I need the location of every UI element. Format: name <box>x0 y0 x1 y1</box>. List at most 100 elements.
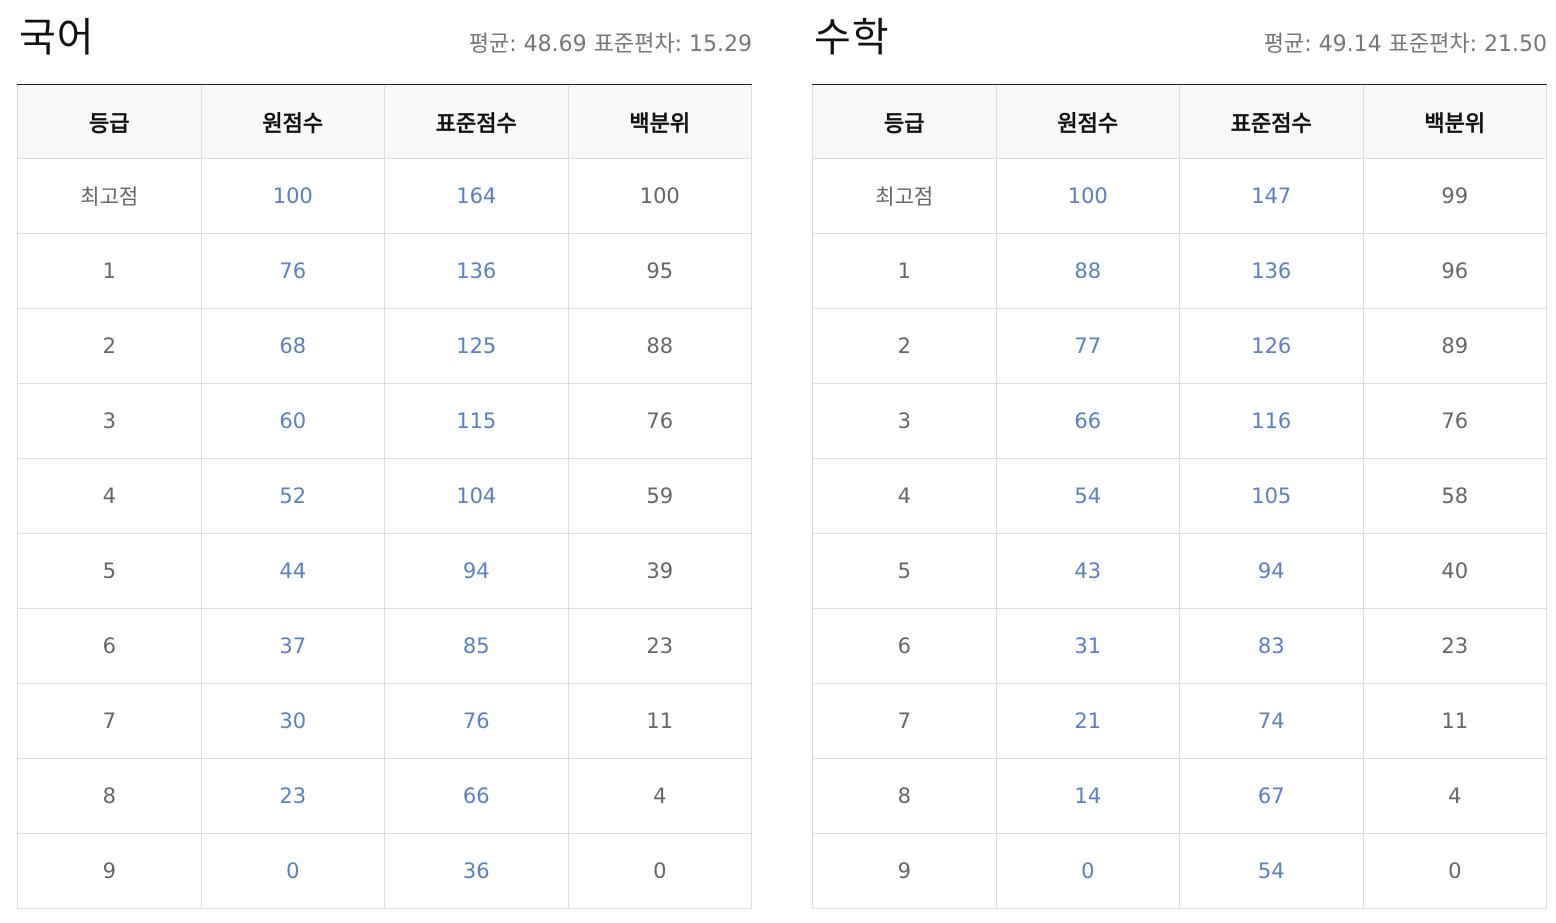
cell-raw-score: 66 <box>995 383 1180 459</box>
cell-grade: 최고점 <box>812 158 997 234</box>
cell-raw-score: 44 <box>200 533 385 609</box>
table-row: 2 68 125 88 <box>17 308 752 384</box>
cell-raw-score: 54 <box>995 458 1180 534</box>
cell-percentile: 88 <box>567 308 752 384</box>
cell-raw-score: 76 <box>200 233 385 309</box>
cell-grade: 5 <box>812 533 997 609</box>
column-header-raw-score: 원점수 <box>200 85 385 159</box>
grade-table-body: 등급 원점수 표준점수 백분위 최고점 100 147 99 1 88 136 96 2 77 126 89 3… <box>812 85 1547 909</box>
table-row: 6 37 85 23 <box>17 608 752 684</box>
cell-percentile: 0 <box>1362 833 1547 909</box>
cell-grade: 3 <box>812 383 997 459</box>
cell-grade: 1 <box>812 233 997 309</box>
column-header-standard-score: 표준점수 <box>1179 85 1364 159</box>
cell-percentile: 23 <box>1362 608 1547 684</box>
column-header-percentile: 백분위 <box>567 85 752 159</box>
cell-grade: 2 <box>812 308 997 384</box>
panel-header: 국어 평균: 48.69 표준편차: 15.29 <box>17 0 752 85</box>
cell-standard-score: 85 <box>384 608 569 684</box>
cell-raw-score: 37 <box>200 608 385 684</box>
cell-percentile: 40 <box>1362 533 1547 609</box>
table-row: 3 66 116 76 <box>812 383 1547 459</box>
cell-standard-score: 147 <box>1179 158 1364 234</box>
cell-grade: 8 <box>17 758 202 834</box>
table-row: 최고점 100 164 100 <box>17 158 752 234</box>
table-row: 6 31 83 23 <box>812 608 1547 684</box>
cell-percentile: 4 <box>567 758 752 834</box>
subject-title: 수학 <box>814 15 890 61</box>
cell-standard-score: 126 <box>1179 308 1364 384</box>
stats-mean: 평균: 49.14 <box>1263 32 1382 57</box>
cell-raw-score: 100 <box>995 158 1180 234</box>
cell-grade: 최고점 <box>17 158 202 234</box>
cell-standard-score: 36 <box>384 833 569 909</box>
cell-raw-score: 31 <box>995 608 1180 684</box>
subject-title: 국어 <box>19 15 95 61</box>
cell-raw-score: 30 <box>200 683 385 759</box>
cell-standard-score: 94 <box>1179 533 1364 609</box>
cell-percentile: 89 <box>1362 308 1547 384</box>
cell-percentile: 99 <box>1362 158 1547 234</box>
cell-percentile: 58 <box>1362 458 1547 534</box>
table-header-row: 등급 원점수 표준점수 백분위 <box>17 85 752 159</box>
table-row: 9 0 54 0 <box>812 833 1547 909</box>
cell-grade: 7 <box>812 683 997 759</box>
subject-panel-math: 수학 평균: 49.14 표준편차: 21.50 등급 원점수 표준점수 백분위최고점… <box>812 0 1547 909</box>
stats-sd: 표준편차: 21.50 <box>1388 32 1547 57</box>
cell-percentile: 96 <box>1362 233 1547 309</box>
cell-percentile: 100 <box>567 158 752 234</box>
cell-standard-score: 116 <box>1179 383 1364 459</box>
cell-standard-score: 136 <box>1179 233 1364 309</box>
panel-header: 수학 평균: 49.14 표준편차: 21.50 <box>812 0 1547 85</box>
table-row: 4 52 104 59 <box>17 458 752 534</box>
cell-grade: 2 <box>17 308 202 384</box>
subject-panel-korean: 국어 평균: 48.69 표준편차: 15.29 등급 원점수 표준점수 백분위 최고점… <box>17 0 752 909</box>
table-row: 8 23 66 4 <box>17 758 752 834</box>
grade-table: 등급 원점수 표준점수 백분위 최고점 100 164 100 1 76 136 95 2 68 125 88… <box>17 85 752 909</box>
cell-raw-score: 60 <box>200 383 385 459</box>
subject-stats: 평균: 48.69 표준편차: 15.29 <box>469 30 752 60</box>
cell-standard-score: 164 <box>384 158 569 234</box>
table-row: 2 77 126 89 <box>812 308 1547 384</box>
cell-standard-score: 94 <box>384 533 569 609</box>
table-row: 4 54 105 58 <box>812 458 1547 534</box>
cell-percentile: 11 <box>1362 683 1547 759</box>
cell-standard-score: 54 <box>1179 833 1364 909</box>
cell-grade: 3 <box>17 383 202 459</box>
table-row: 1 76 136 95 <box>17 233 752 309</box>
cell-grade: 9 <box>17 833 202 909</box>
cell-raw-score: 43 <box>995 533 1180 609</box>
table-row: 5 44 94 39 <box>17 533 752 609</box>
column-header-grade: 등급 <box>812 85 997 159</box>
cell-grade: 6 <box>812 608 997 684</box>
column-header-raw-score: 원점수 <box>995 85 1180 159</box>
cell-raw-score: 14 <box>995 758 1180 834</box>
cell-percentile: 4 <box>1362 758 1547 834</box>
stats-mean: 평균: 48.69 <box>468 32 587 57</box>
cell-raw-score: 23 <box>200 758 385 834</box>
cell-percentile: 76 <box>567 383 752 459</box>
table-row: 3 60 115 76 <box>17 383 752 459</box>
cell-percentile: 39 <box>567 533 752 609</box>
cell-percentile: 95 <box>567 233 752 309</box>
cell-grade: 1 <box>17 233 202 309</box>
cell-percentile: 76 <box>1362 383 1547 459</box>
column-header-percentile: 백분위 <box>1362 85 1547 159</box>
cell-raw-score: 77 <box>995 308 1180 384</box>
cell-raw-score: 88 <box>995 233 1180 309</box>
cell-standard-score: 125 <box>384 308 569 384</box>
cell-standard-score: 83 <box>1179 608 1364 684</box>
grade-table-body: 등급 원점수 표준점수 백분위 최고점 100 164 100 1 76 136 95 2 68 125 88… <box>17 85 752 909</box>
cell-raw-score: 52 <box>200 458 385 534</box>
cell-raw-score: 0 <box>995 833 1180 909</box>
table-row: 7 21 74 11 <box>812 683 1547 759</box>
stats-sd: 표준편차: 15.29 <box>593 32 752 57</box>
cell-grade: 5 <box>17 533 202 609</box>
cell-raw-score: 100 <box>200 158 385 234</box>
cell-standard-score: 66 <box>384 758 569 834</box>
cell-grade: 4 <box>17 458 202 534</box>
cell-percentile: 59 <box>567 458 752 534</box>
table-row: 9 0 36 0 <box>17 833 752 909</box>
cell-standard-score: 105 <box>1179 458 1364 534</box>
table-row: 7 30 76 11 <box>17 683 752 759</box>
